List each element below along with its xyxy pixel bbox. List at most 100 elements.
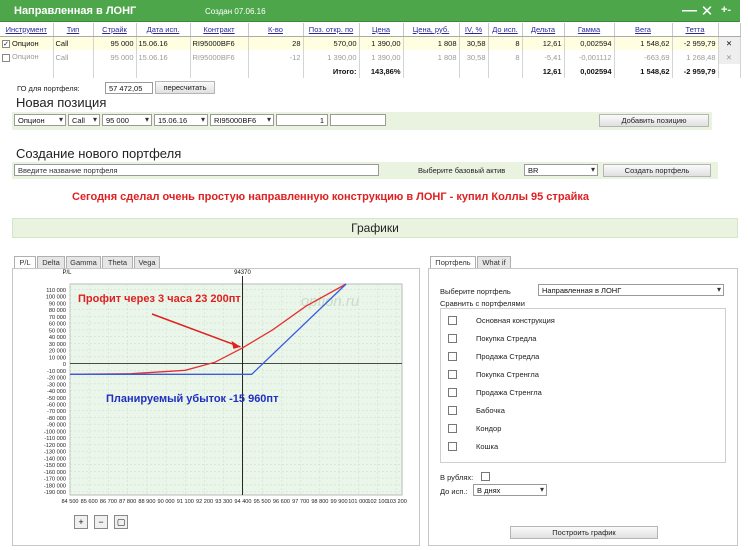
y-tick-label: -190 000 (44, 490, 66, 496)
y-tick-label: -120 000 (44, 443, 66, 449)
x-tick-label: 101 000 (348, 499, 368, 505)
watermark: option.ru (301, 293, 360, 310)
col-header[interactable]: IV, % (459, 23, 489, 37)
col-header[interactable]: Дата исп. (136, 23, 191, 37)
tab-portfolio[interactable]: Портфель (430, 256, 476, 268)
portfolio-compare-items: Основная конструкция Покупка Стредла Про… (440, 308, 726, 463)
instrument-select[interactable]: Опцион ▾ (14, 114, 66, 126)
exp-select[interactable]: В днях ▾ (473, 484, 547, 496)
cell-delta: 12,61 (522, 36, 565, 50)
y-tick-label: 90 000 (49, 301, 66, 307)
create-portfolio-button[interactable]: Создать портфель (603, 164, 711, 177)
rub-checkbox[interactable] (481, 472, 490, 481)
recalculate-button[interactable]: пересчитать (155, 81, 215, 94)
total-delta: 12,61 (522, 64, 565, 78)
compare-checkbox[interactable] (448, 442, 457, 451)
minimize-icon[interactable]: — (682, 2, 697, 19)
date-select-value: 15.06.16 (158, 116, 188, 125)
portfolio-select-value: Направленная в ЛОНГ (542, 286, 622, 295)
compare-checkbox[interactable] (448, 424, 457, 433)
list-item: Покупка Стренгла (476, 370, 539, 379)
x-tick-label: 97 700 (292, 499, 309, 505)
col-header[interactable]: Страйк (93, 23, 137, 37)
compare-checkbox[interactable] (448, 370, 457, 379)
current-price-label: 94370 (234, 270, 251, 276)
table-row[interactable]: Опцион Call 95 000 15.06.16 RI95000BF6 -… (0, 50, 741, 64)
y-tick-label: 50 000 (49, 328, 66, 334)
cell-gamma: 0,002594 (564, 36, 615, 50)
zoom-reset-icon[interactable]: ▢ (114, 515, 128, 529)
base-asset-select-value: BR (528, 166, 539, 175)
col-header[interactable]: Контракт (190, 23, 249, 37)
cell-delta: -5,41 (522, 50, 565, 64)
quantity-input[interactable]: 1 (276, 114, 328, 126)
delete-row-icon[interactable]: ✕ (718, 36, 741, 50)
col-header[interactable]: Цена, руб. (403, 23, 460, 37)
col-header[interactable]: Тип (53, 23, 94, 37)
col-header[interactable]: Дельта (522, 23, 565, 37)
y-tick-label: 80 000 (49, 308, 66, 314)
cell-days: 8 (488, 50, 523, 64)
col-header[interactable]: К-во (248, 23, 304, 37)
date-select[interactable]: 15.06.16 ▾ (154, 114, 208, 126)
delete-row-icon[interactable]: ✕ (718, 50, 741, 64)
tab-what-if[interactable]: What if (477, 256, 511, 268)
row-checkbox[interactable]: ✓ (2, 39, 10, 48)
zoom-out-icon[interactable]: − (94, 515, 108, 529)
col-header[interactable]: Инструмент (0, 23, 54, 37)
col-header[interactable]: Поз. откр. по (303, 23, 360, 37)
compare-checkbox[interactable] (448, 316, 457, 325)
y-tick-label: 70 000 (49, 315, 66, 321)
compare-checkbox[interactable] (448, 388, 457, 397)
base-asset-select[interactable]: BR ▾ (524, 164, 598, 176)
chevron-down-icon: ▾ (58, 115, 63, 124)
strike-select[interactable]: 95 000 ▾ (102, 114, 152, 126)
y-tick-label: -170 000 (44, 477, 66, 483)
positions-table: Инструмент Тип Страйк Дата исп. Контракт… (0, 23, 741, 78)
col-header[interactable]: Тетта (672, 23, 719, 37)
y-tick-label: -50 000 (47, 396, 66, 402)
price-input[interactable] (330, 114, 386, 126)
cell-price-rub: 1 808 (403, 50, 460, 64)
cell-type: Call (53, 50, 94, 64)
add-position-button[interactable]: Добавить позицию (599, 114, 709, 127)
created-date: Создан 07.06.16 (205, 7, 266, 16)
total-gamma: 0,002594 (564, 64, 615, 78)
type-select[interactable]: Call ▾ (68, 114, 100, 126)
x-tick-label: 92 200 (196, 499, 213, 505)
compare-checkbox[interactable] (448, 334, 457, 343)
portfolio-select[interactable]: Направленная в ЛОНГ ▾ (538, 284, 724, 296)
y-tick-label: -180 000 (44, 483, 66, 489)
portfolio-name-input[interactable]: Введите название портфеля (14, 164, 379, 176)
tab-gamma[interactable]: Gamma (66, 256, 101, 268)
contract-select[interactable]: RI95000BF6 ▾ (210, 114, 274, 126)
cell-type: Call (53, 36, 94, 50)
build-chart-button[interactable]: Построить график (510, 526, 658, 539)
close-icon[interactable]: ✕ (700, 2, 714, 20)
tab-vega[interactable]: Vega (134, 256, 160, 268)
compare-checkbox[interactable] (448, 406, 457, 415)
compare-label: Сравнить с портфелями (440, 299, 525, 308)
cell-theta: 1 268,48 (672, 50, 719, 64)
col-header[interactable]: Гамма (564, 23, 615, 37)
tab-theta[interactable]: Theta (102, 256, 133, 268)
add-remove-icon[interactable]: +- (719, 4, 733, 16)
cell-qty: 28 (248, 36, 304, 50)
table-row[interactable]: ✓ Опцион Call 95 000 15.06.16 RI95000BF6 … (0, 36, 741, 50)
tab-pl[interactable]: P/L (14, 256, 36, 268)
chevron-down-icon: ▾ (716, 285, 721, 294)
col-header[interactable]: Вега (614, 23, 673, 37)
compare-checkbox[interactable] (448, 352, 457, 361)
zoom-in-icon[interactable]: + (74, 515, 88, 529)
tab-delta[interactable]: Delta (37, 256, 65, 268)
chevron-down-icon: ▾ (92, 115, 97, 124)
col-header[interactable]: Цена (359, 23, 404, 37)
cell-price-rub: 1 808 (403, 36, 460, 50)
cell-strike: 95 000 (93, 36, 137, 50)
y-tick-label: -90 000 (47, 423, 66, 429)
list-item: Кошка (476, 442, 499, 451)
list-item: Основная конструкция (476, 316, 555, 325)
row-checkbox[interactable] (2, 53, 10, 62)
col-header[interactable]: До исп. (488, 23, 523, 37)
x-tick-label: 87 800 (119, 499, 136, 505)
